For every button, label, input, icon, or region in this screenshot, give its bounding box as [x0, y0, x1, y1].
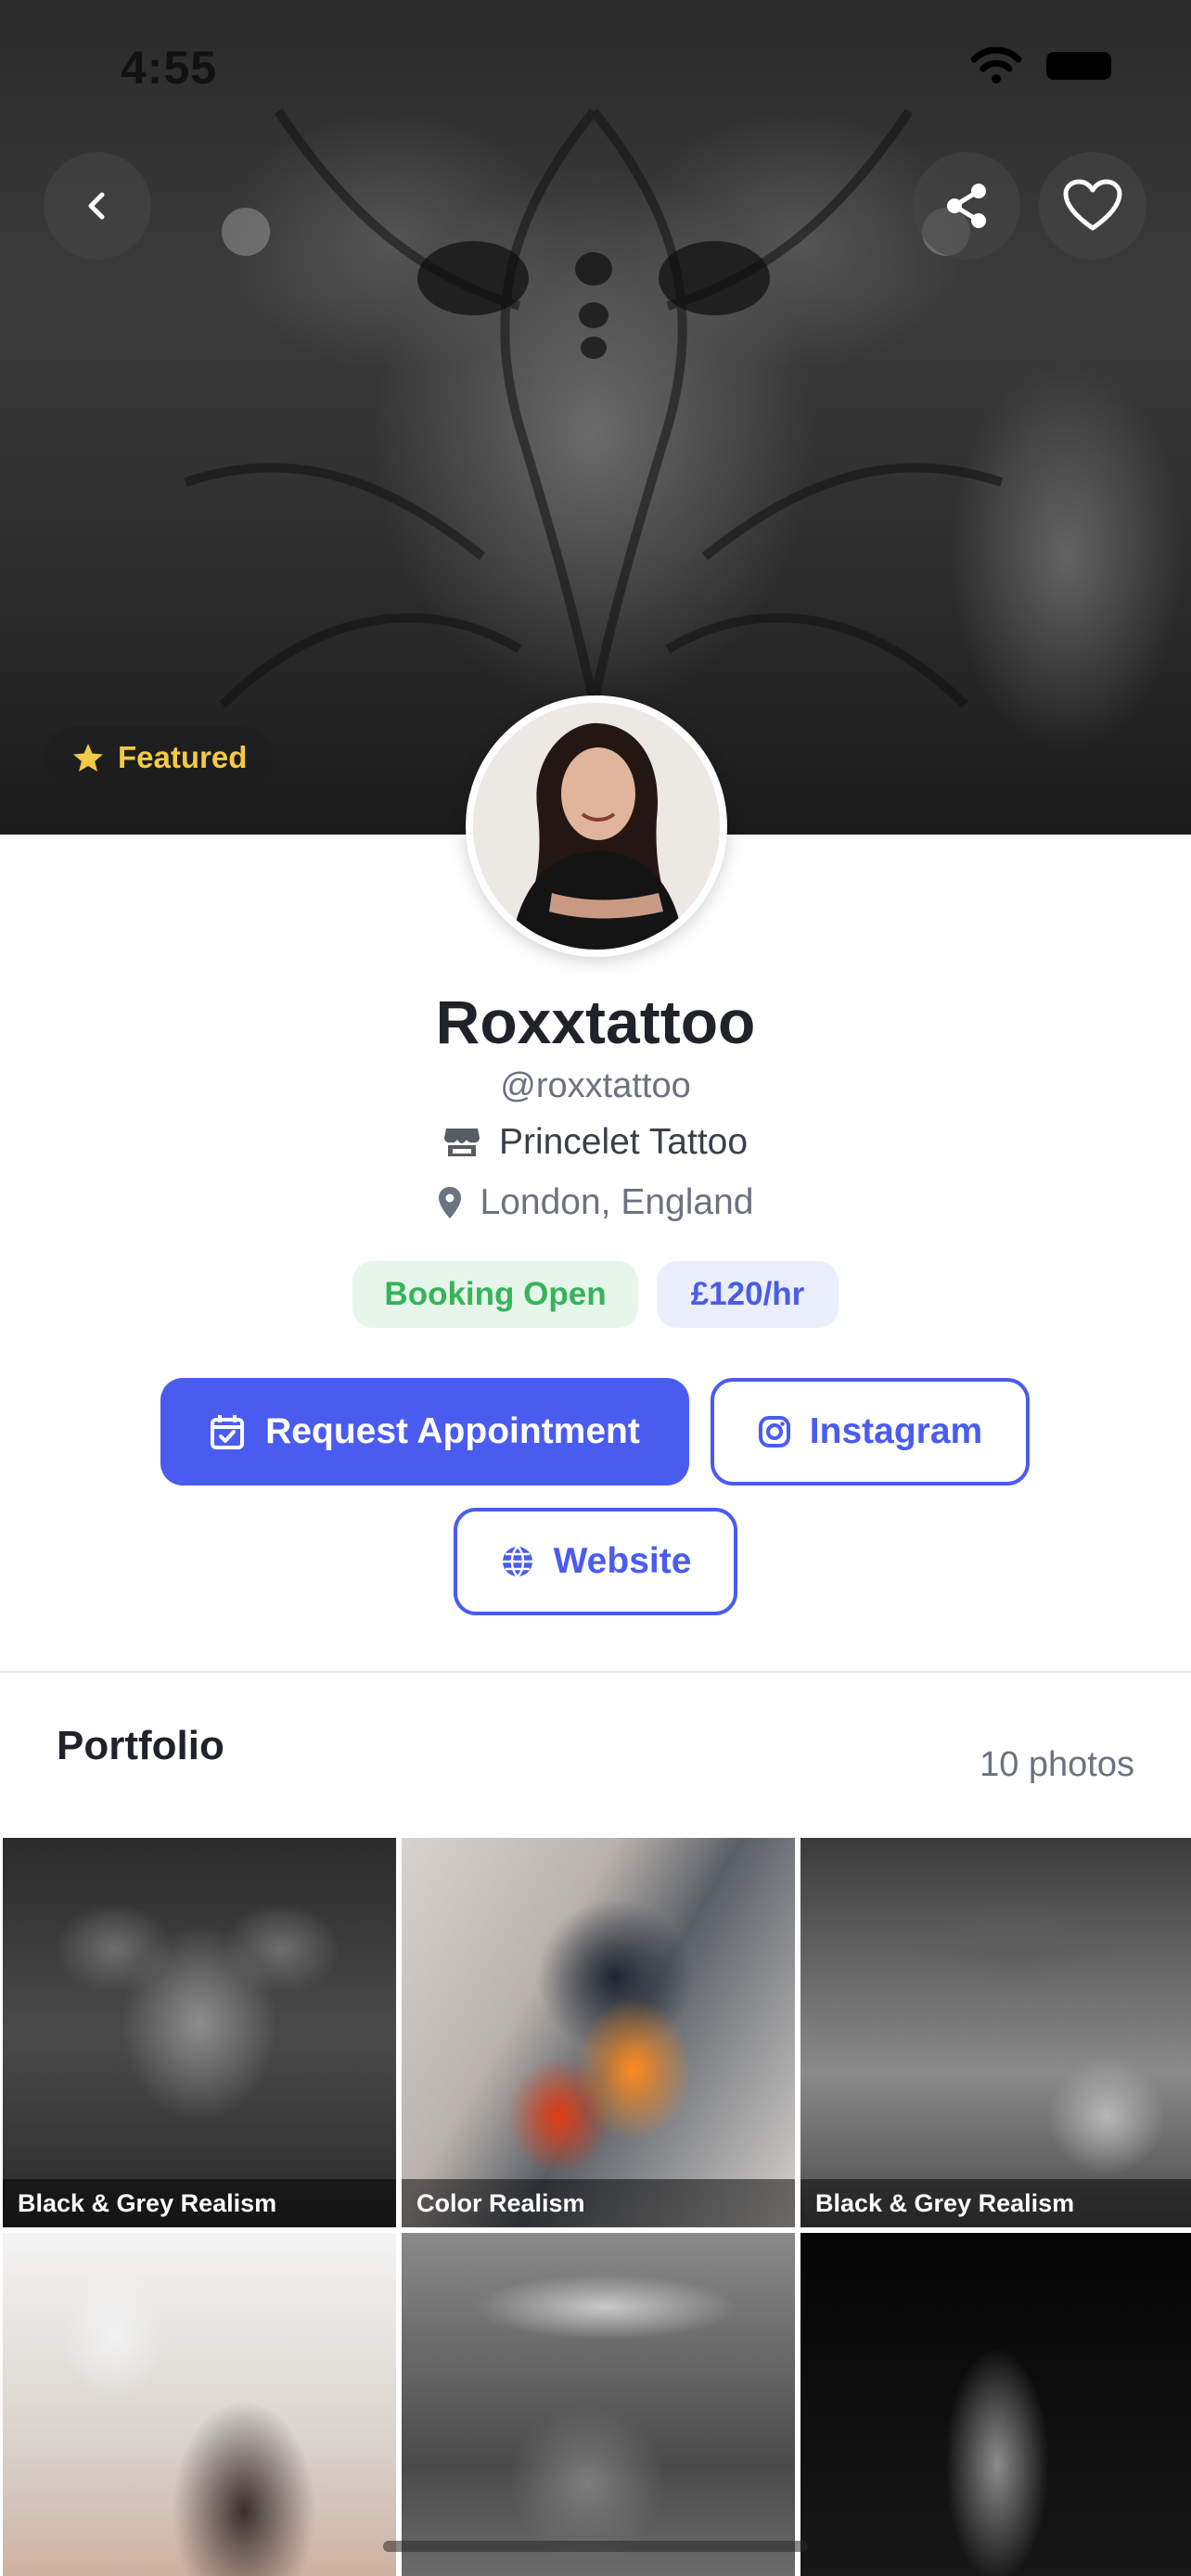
artist-photo	[473, 703, 720, 950]
back-button[interactable]	[44, 152, 151, 260]
instagram-icon	[758, 1416, 790, 1447]
status-bar-icons	[970, 46, 1111, 85]
artist-profile-screen: 4:55 Featured Roxxtattoo @roxxtattoo Pri…	[0, 0, 1191, 2576]
calendar-check-icon	[211, 1415, 245, 1449]
chevron-left-icon	[88, 192, 105, 220]
featured-label: Featured	[118, 740, 248, 774]
featured-badge: Featured	[44, 727, 274, 788]
location-text: London, England	[480, 1182, 754, 1222]
globe-icon	[502, 1546, 532, 1577]
website-button[interactable]: Website	[454, 1508, 737, 1615]
studio-row: Princelet Tattoo	[0, 1122, 1191, 1163]
portfolio-photo[interactable]	[402, 2233, 795, 2576]
favorite-button[interactable]	[1039, 152, 1146, 260]
portfolio-photo[interactable]: Black & Grey Realism	[800, 1838, 1191, 2227]
request-appointment-label: Request Appointment	[265, 1411, 640, 1451]
photo-style-caption: Black & Grey Realism	[3, 2179, 396, 2227]
portfolio-photo[interactable]: Black & Grey Realism	[3, 1838, 396, 2227]
location-row: London, England	[0, 1182, 1191, 1223]
battery-icon	[1046, 52, 1111, 80]
portfolio-title: Portfolio	[57, 1723, 224, 1768]
home-indicator[interactable]	[383, 2541, 808, 2552]
studio-name[interactable]: Princelet Tattoo	[499, 1122, 748, 1163]
website-label: Website	[553, 1541, 692, 1581]
portfolio-grid: Black & Grey Realism Color Realism Black…	[0, 1838, 1191, 2576]
wifi-icon	[970, 46, 1022, 83]
avatar	[466, 695, 727, 957]
storefront-icon	[443, 1129, 480, 1156]
portfolio-photo[interactable]: Color Realism	[402, 1838, 795, 2227]
share-icon	[947, 184, 986, 228]
status-bar-time: 4:55	[121, 42, 218, 94]
instagram-label: Instagram	[809, 1411, 983, 1451]
star-icon	[73, 744, 103, 772]
artist-name: Roxxtattoo	[435, 988, 756, 1056]
photo-style-caption: Black & Grey Realism	[800, 2179, 1191, 2227]
portfolio-photo-count: 10 photos	[980, 1745, 1134, 1784]
photo-style-caption: Color Realism	[402, 2179, 795, 2227]
instagram-button[interactable]: Instagram	[711, 1378, 1030, 1486]
heart-icon	[1063, 179, 1122, 231]
section-divider	[0, 1671, 1191, 1673]
hourly-rate-badge: £120/hr	[657, 1261, 839, 1328]
map-pin-icon	[438, 1187, 461, 1218]
artist-handle: @roxxtattoo	[500, 1066, 691, 1105]
portfolio-photo[interactable]	[3, 2233, 396, 2576]
request-appointment-button[interactable]: Request Appointment	[160, 1378, 689, 1486]
booking-status-badge: Booking Open	[352, 1261, 638, 1328]
share-button[interactable]	[913, 152, 1020, 260]
portfolio-photo[interactable]	[800, 2233, 1191, 2576]
